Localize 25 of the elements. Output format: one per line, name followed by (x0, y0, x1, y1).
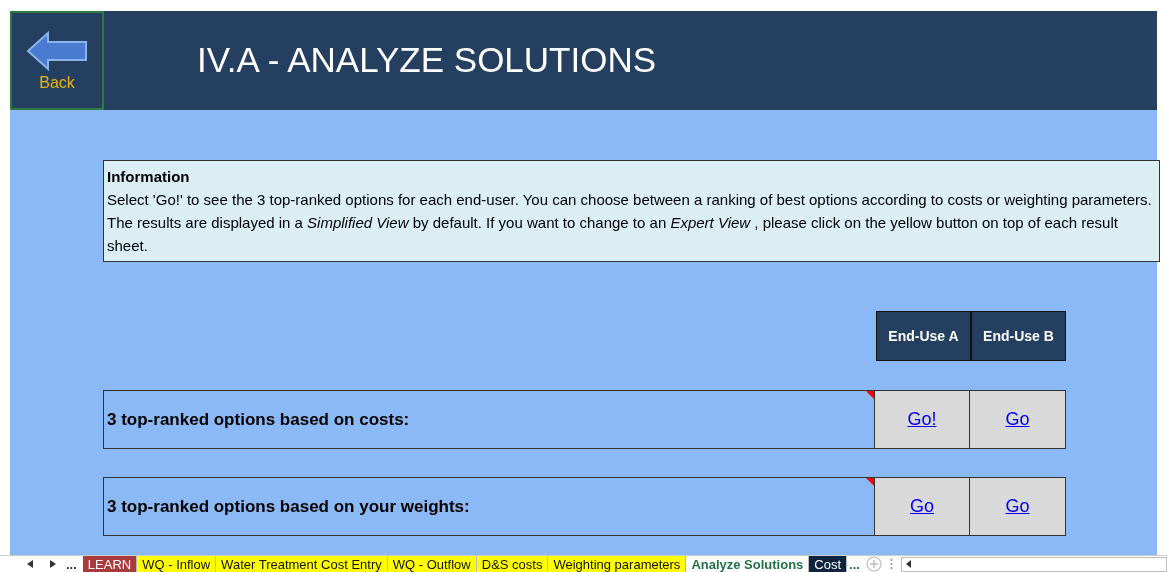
more-tabs-right[interactable]: ... (849, 555, 860, 572)
column-header: End-Use B (971, 311, 1066, 361)
go-link[interactable]: Go (1005, 406, 1030, 433)
column-header: End-Use A (876, 311, 971, 361)
sheet-tab[interactable]: Water Treatment Cost Entry (216, 555, 388, 572)
scroll-left-icon[interactable] (905, 560, 911, 568)
sheet-tab[interactable]: WQ - Outflow (387, 555, 477, 572)
horizontal-scrollbar[interactable] (900, 556, 1167, 572)
sheet-tab[interactable]: LEARN (82, 555, 138, 572)
information-heading: Information (107, 167, 191, 187)
scroll-left-icon[interactable] (27, 560, 33, 568)
go-link[interactable]: Go (910, 493, 934, 520)
go-link[interactable]: Go! (907, 406, 937, 433)
sheet-tab[interactable]: D&S costs (476, 555, 549, 572)
more-tabs-left[interactable]: ... (66, 555, 77, 572)
information-text: Select 'Go!' to see the 3 top-ranked options for each end-user. You can choose between a ranking of best options according to costs or weighting parameters. The results are displayed in a Simplified View by default. If you want to change to an Expert View , please click on the yellow button on top of each result sheet. (107, 190, 1153, 256)
sheet-tab[interactable]: Cost (809, 555, 848, 572)
back-button[interactable]: Back (10, 11, 104, 110)
sheet-tab[interactable]: WQ - Inflow (137, 555, 217, 572)
left-arrow-icon (26, 30, 88, 71)
sheet-tab[interactable]: Weighting parameters (548, 555, 687, 572)
page-title: IV.A - ANALYZE SOLUTIONS (197, 39, 657, 82)
splitter-icon[interactable] (889, 558, 893, 570)
scroll-right-icon[interactable] (50, 560, 56, 568)
go-link[interactable]: Go (1005, 493, 1030, 520)
